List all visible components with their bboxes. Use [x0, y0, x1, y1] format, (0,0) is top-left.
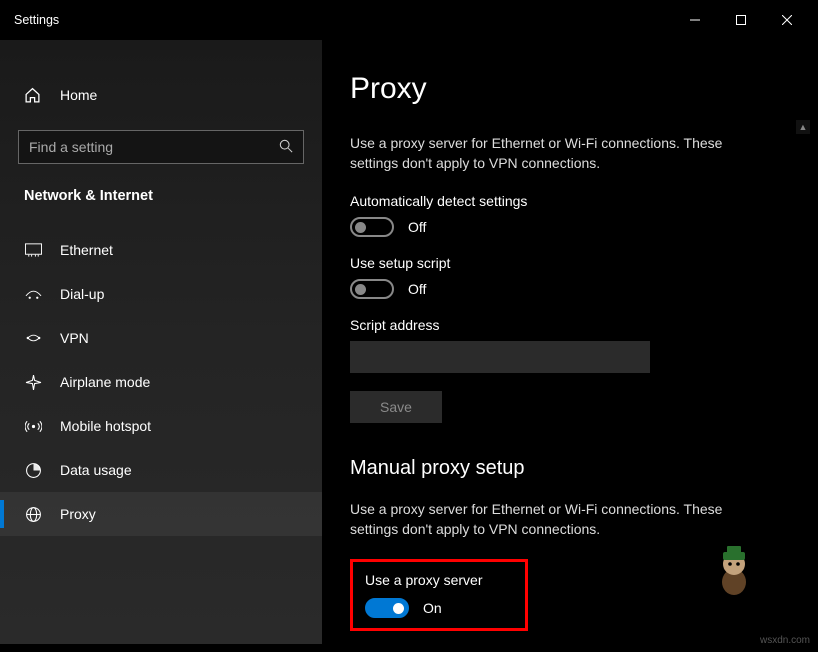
save-button[interactable]: Save — [350, 391, 442, 423]
sidebar-item-airplane[interactable]: Airplane mode — [0, 360, 322, 404]
auto-detect-state: Off — [408, 219, 426, 235]
script-address-label: Script address — [350, 317, 782, 333]
search-box[interactable] — [18, 130, 304, 164]
sidebar-item-proxy[interactable]: Proxy — [0, 492, 322, 536]
highlight-annotation: Use a proxy server On — [350, 559, 528, 631]
sidebar-item-ethernet[interactable]: Ethernet — [0, 228, 322, 272]
sidebar-item-label: Proxy — [60, 506, 96, 522]
setup-script-label: Use setup script — [350, 255, 782, 271]
use-proxy-toggle[interactable] — [365, 598, 409, 618]
home-label: Home — [60, 87, 97, 103]
search-icon — [279, 139, 293, 156]
hotspot-icon — [24, 418, 42, 435]
setup-script-toggle[interactable] — [350, 279, 394, 299]
page-title: Proxy — [350, 72, 782, 106]
sidebar-item-label: Mobile hotspot — [60, 418, 151, 434]
minimize-button[interactable] — [672, 4, 718, 36]
scroll-up-arrow[interactable]: ▲ — [796, 120, 810, 134]
sidebar-item-hotspot[interactable]: Mobile hotspot — [0, 404, 322, 448]
sidebar-item-label: Dial-up — [60, 286, 104, 302]
titlebar: Settings — [0, 0, 810, 40]
sidebar-item-vpn[interactable]: VPN — [0, 316, 322, 360]
auto-detect-toggle[interactable] — [350, 217, 394, 237]
mascot-icon — [714, 546, 754, 596]
setup-script-state: Off — [408, 281, 426, 297]
auto-detect-label: Automatically detect settings — [350, 193, 782, 209]
airplane-icon — [24, 374, 42, 391]
auto-proxy-description: Use a proxy server for Ethernet or Wi-Fi… — [350, 134, 770, 173]
close-button[interactable] — [764, 4, 810, 36]
sidebar-item-dialup[interactable]: Dial-up — [0, 272, 322, 316]
watermark: wsxdn.com — [760, 635, 810, 646]
home-nav[interactable]: Home — [0, 74, 322, 116]
sidebar-item-label: Airplane mode — [60, 374, 150, 390]
sidebar-item-label: Ethernet — [60, 242, 113, 258]
window-title: Settings — [14, 13, 59, 27]
ethernet-icon — [24, 243, 42, 257]
category-header: Network & Internet — [0, 164, 322, 214]
script-address-input[interactable] — [350, 341, 650, 373]
dialup-icon — [24, 287, 42, 301]
search-input[interactable] — [29, 139, 267, 155]
sidebar-item-datausage[interactable]: Data usage — [0, 448, 322, 492]
maximize-button[interactable] — [718, 4, 764, 36]
use-proxy-label: Use a proxy server — [365, 572, 513, 588]
manual-section-title: Manual proxy setup — [350, 457, 782, 480]
sidebar-item-label: VPN — [60, 330, 89, 346]
proxy-icon — [24, 506, 42, 523]
datausage-icon — [24, 462, 42, 479]
main-content: ▲ Proxy Use a proxy server for Ethernet … — [322, 40, 810, 644]
sidebar: Home Network & Internet Ethernet — [0, 40, 322, 644]
use-proxy-state: On — [423, 600, 442, 616]
manual-proxy-description: Use a proxy server for Ethernet or Wi-Fi… — [350, 500, 770, 539]
vpn-icon — [24, 331, 42, 345]
home-icon — [24, 87, 42, 104]
sidebar-item-label: Data usage — [60, 462, 132, 478]
